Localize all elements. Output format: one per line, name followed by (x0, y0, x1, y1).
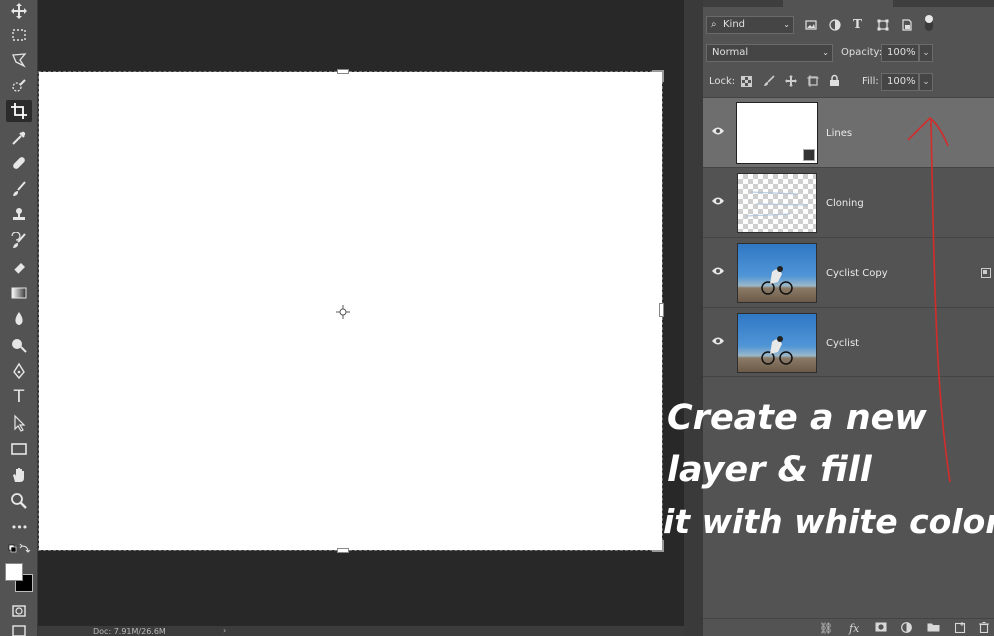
crop-handle-right[interactable] (659, 303, 664, 317)
lock-image-pixels-icon[interactable] (763, 75, 775, 89)
healing-brush-tool-icon[interactable] (6, 152, 32, 174)
opacity-dropdown-chevron-icon[interactable]: ⌄ (919, 44, 933, 62)
fill-field[interactable]: 100% (881, 73, 919, 91)
cyclist-figure (761, 266, 793, 295)
lock-label: Lock: (709, 76, 736, 87)
shape-filter-icon[interactable] (877, 19, 889, 33)
opacity-value: 100% (887, 47, 916, 58)
type-filter-icon[interactable]: T (853, 18, 862, 30)
eraser-tool-icon[interactable] (6, 256, 32, 278)
layer-thumbnail-white[interactable] (736, 102, 818, 164)
lock-artboard-icon[interactable] (807, 75, 819, 89)
smart-object-filter-icon[interactable] (901, 19, 913, 33)
gradient-tool-icon[interactable] (6, 282, 32, 304)
crop-tool-icon[interactable] (6, 100, 32, 122)
visibility-eye-icon[interactable] (711, 196, 725, 206)
mask-icon[interactable] (875, 622, 887, 635)
lock-all-icon[interactable] (829, 74, 840, 89)
filter-kind-label: Kind (723, 19, 746, 30)
cloned-strokes (745, 191, 809, 217)
crop-center-crosshair-icon (336, 305, 350, 319)
foreground-color-swatch[interactable] (5, 563, 23, 581)
filter-kind-dropdown[interactable]: ⌕ Kind ⌄ (706, 16, 794, 34)
type-tool-icon[interactable]: T (6, 386, 32, 408)
crop-corner-top-right[interactable] (652, 70, 664, 82)
cyclist-figure (761, 336, 793, 365)
layer-thumbnail-photo[interactable] (737, 243, 817, 303)
marquee-tool-icon[interactable] (6, 24, 32, 46)
layer-name[interactable]: Lines (826, 128, 852, 139)
quick-mask-icon[interactable] (6, 600, 32, 622)
annotation-line-1: Create a new (667, 398, 927, 438)
layer-thumbnail-photo[interactable] (737, 313, 817, 373)
layer-name[interactable]: Cloning (826, 198, 864, 209)
lock-transparent-pixels-icon[interactable] (741, 76, 752, 89)
trash-icon[interactable] (979, 622, 989, 636)
smart-object-link-icon (981, 268, 991, 278)
tutorial-annotation: Create a new layer & fill it with white … (663, 392, 994, 548)
swap-colors-icon[interactable] (6, 542, 32, 556)
visibility-eye-icon[interactable] (711, 336, 725, 346)
chevron-down-icon: ⌄ (822, 48, 829, 57)
path-selection-tool-icon[interactable] (6, 412, 32, 434)
opacity-field[interactable]: 100% (881, 44, 919, 62)
adjustment-filter-icon[interactable] (829, 19, 841, 33)
lock-position-icon[interactable] (785, 75, 797, 89)
photoshop-window: T ••• Doc: 7.91M/26.6M › ⌕ Kind ⌄ T Norm… (0, 0, 994, 636)
chevron-down-icon: ⌄ (783, 20, 790, 29)
visibility-eye-icon[interactable] (711, 126, 725, 136)
visibility-eye-icon[interactable] (711, 266, 725, 276)
layer-name[interactable]: Cyclist (826, 338, 859, 349)
more-tools-icon[interactable]: ••• (6, 516, 32, 538)
eyedropper-tool-icon[interactable] (6, 127, 32, 149)
status-bar: Doc: 7.91M/26.6M › (38, 626, 684, 636)
crop-handle-top[interactable] (337, 69, 349, 74)
image-filter-icon[interactable] (805, 19, 817, 33)
hand-tool-icon[interactable] (6, 464, 32, 486)
document-size-info: Doc: 7.91M/26.6M (93, 627, 166, 636)
quick-selection-tool-icon[interactable] (6, 75, 32, 97)
group-icon[interactable] (927, 622, 940, 635)
move-tool-icon[interactable] (6, 0, 32, 22)
blend-mode-dropdown[interactable]: Normal ⌄ (706, 44, 833, 62)
fx-icon[interactable]: fx (849, 622, 859, 635)
fill-value: 100% (887, 76, 916, 87)
layer-thumbnail-transparent[interactable] (737, 173, 817, 233)
crop-handle-bottom[interactable] (337, 548, 349, 553)
document-canvas-area[interactable] (38, 0, 684, 626)
layers-bottom-bar: ⛓ fx (703, 618, 994, 636)
annotation-line-2: layer & fill (667, 450, 872, 490)
pen-tool-icon[interactable] (6, 360, 32, 382)
lasso-tool-icon[interactable] (6, 49, 32, 71)
search-icon: ⌕ (711, 19, 717, 30)
fill-dropdown-chevron-icon[interactable]: ⌄ (919, 73, 933, 91)
zoom-tool-icon[interactable] (6, 490, 32, 512)
blend-mode-value: Normal (712, 47, 749, 58)
new-layer-icon[interactable] (954, 622, 966, 636)
dodge-tool-icon[interactable] (6, 334, 32, 356)
screen-mode-icon[interactable] (6, 624, 32, 636)
status-menu-arrow-icon[interactable]: › (223, 626, 226, 635)
blur-tool-icon[interactable] (6, 308, 32, 330)
history-brush-tool-icon[interactable] (6, 230, 32, 252)
link-icon[interactable]: ⛓ (819, 622, 833, 635)
layer-name[interactable]: Cyclist Copy (826, 268, 888, 279)
fill-label: Fill: (862, 76, 879, 87)
panel-tab-active[interactable] (783, 0, 893, 7)
document-canvas[interactable] (38, 69, 664, 553)
filter-toggle-switch[interactable] (925, 15, 933, 31)
rectangle-tool-icon[interactable] (6, 438, 32, 460)
annotation-line-3: it with white color (663, 502, 994, 541)
brush-tool-icon[interactable] (6, 178, 32, 200)
layer-corner-bracket (737, 103, 745, 111)
opacity-label: Opacity: (841, 47, 883, 58)
smart-object-badge-icon (803, 149, 815, 161)
adjustment-icon[interactable] (901, 622, 912, 636)
clone-stamp-tool-icon[interactable] (6, 204, 32, 226)
tools-panel: T ••• (0, 0, 38, 636)
